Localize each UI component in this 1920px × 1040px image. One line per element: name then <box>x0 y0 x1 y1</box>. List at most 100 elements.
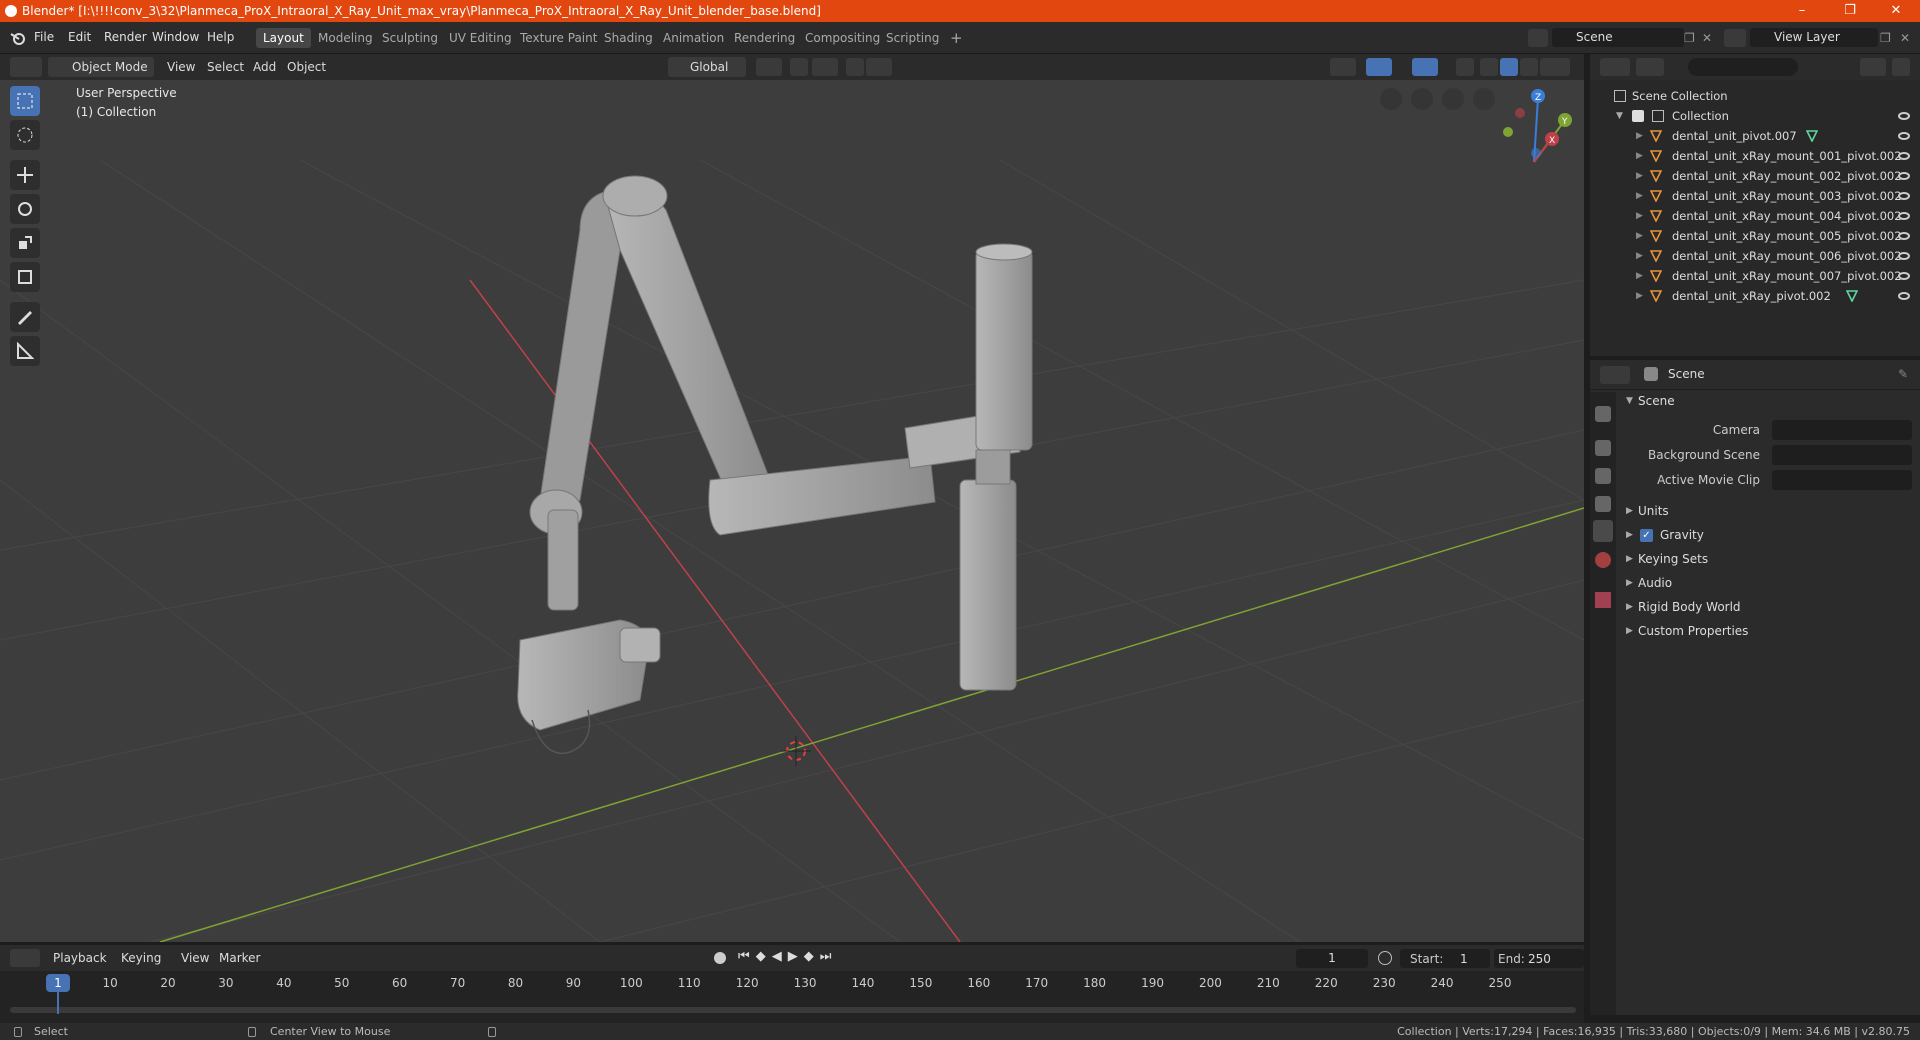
restore-button[interactable]: ❐ <box>1830 0 1870 22</box>
snap-target-icon[interactable] <box>812 58 838 76</box>
menu-object[interactable]: Object <box>282 57 331 77</box>
panel-audio[interactable]: ▶ Audio <box>1618 572 1914 594</box>
expand-arrow-icon[interactable]: ▶ <box>1626 620 1633 642</box>
menu-select[interactable]: Select <box>202 57 249 77</box>
tab-rendering[interactable]: Rendering <box>727 28 802 48</box>
visibility-eye-icon[interactable] <box>1898 152 1910 160</box>
panel-units[interactable]: ▶ Units <box>1618 500 1914 522</box>
material-shading-icon[interactable] <box>1520 58 1538 76</box>
expand-arrow-icon[interactable]: ▶ <box>1626 548 1633 570</box>
pivot-point-icon[interactable] <box>756 58 782 76</box>
expand-arrow-icon[interactable]: ▶ <box>1636 266 1643 286</box>
delete-view-layer-icon[interactable]: ✕ <box>1900 29 1914 47</box>
checkbox-icon[interactable] <box>1632 110 1644 122</box>
xray-toggle-icon[interactable] <box>1456 58 1474 76</box>
expand-arrow-icon[interactable]: ▶ <box>1626 596 1633 618</box>
properties-editor-type-icon[interactable] <box>1600 366 1630 384</box>
filter-icon[interactable] <box>1860 58 1886 76</box>
outliner-item[interactable]: ▶ dental_unit_xRay_mount_005_pivot.002 <box>1590 226 1920 246</box>
menu-view[interactable]: View <box>162 57 200 77</box>
tab-modeling[interactable]: Modeling <box>311 28 380 48</box>
expand-arrow-icon[interactable]: ▶ <box>1636 206 1643 226</box>
menu-add[interactable]: Add <box>248 57 281 77</box>
expand-arrow-icon[interactable]: ▶ <box>1636 126 1643 146</box>
menu-file[interactable]: File <box>34 30 54 44</box>
record-icon[interactable] <box>714 952 726 964</box>
outliner-item[interactable]: ▶ dental_unit_xRay_pivot.002 <box>1590 286 1920 306</box>
outliner-item[interactable]: ▶ dental_unit_xRay_mount_001_pivot.002 <box>1590 146 1920 166</box>
mesh-data-icon[interactable] <box>1806 130 1818 142</box>
texture-tab-icon[interactable] <box>1595 592 1611 608</box>
outliner-collection[interactable]: ▼ Collection <box>1590 106 1920 126</box>
editor-type-icon[interactable] <box>10 57 42 77</box>
gravity-checkbox[interactable]: ✓ <box>1640 529 1653 542</box>
visibility-eye-icon[interactable] <box>1898 292 1910 300</box>
new-view-layer-icon[interactable]: ❐ <box>1880 29 1896 47</box>
tab-uv-editing[interactable]: UV Editing <box>442 28 519 48</box>
menu-help[interactable]: Help <box>207 30 234 44</box>
pin-icon[interactable]: ✎ <box>1898 367 1908 381</box>
3d-cursor-icon[interactable] <box>781 736 811 766</box>
visibility-eye-icon[interactable] <box>1898 132 1910 140</box>
expand-arrow-icon[interactable]: ▶ <box>1636 246 1643 266</box>
outliner-editor-type-icon[interactable] <box>1600 58 1630 76</box>
menu-timeline-view[interactable]: View <box>176 948 214 968</box>
camera-view-icon[interactable] <box>1411 88 1433 110</box>
tab-animation[interactable]: Animation <box>656 28 731 48</box>
snap-icon[interactable] <box>790 58 808 76</box>
tab-layout[interactable]: Layout <box>256 28 311 48</box>
expand-arrow-icon[interactable]: ▶ <box>1636 146 1643 166</box>
playback-controls[interactable]: ⏮◆◀▶◆⏭ <box>738 949 837 964</box>
view-layer-field[interactable]: View Layer <box>1750 28 1878 47</box>
outliner-item[interactable]: ▶ dental_unit_xRay_mount_002_pivot.002 <box>1590 166 1920 186</box>
3d-viewport[interactable]: Z Y X <box>0 80 1584 942</box>
tab-texture-paint[interactable]: Texture Paint <box>513 28 604 48</box>
tab-sculpting[interactable]: Sculpting <box>375 28 445 48</box>
mesh-data-icon[interactable] <box>1846 290 1858 302</box>
menu-edit[interactable]: Edit <box>68 30 91 44</box>
expand-arrow-icon[interactable]: ▶ <box>1636 286 1643 306</box>
menu-playback[interactable]: Playback <box>48 948 112 968</box>
wireframe-shading-icon[interactable] <box>1480 58 1498 76</box>
timeline-editor-type-icon[interactable] <box>10 949 40 967</box>
panel-gravity[interactable]: ▶ ✓ Gravity <box>1618 524 1914 546</box>
expand-arrow-icon[interactable]: ▶ <box>1626 500 1633 522</box>
menu-render[interactable]: Render <box>104 30 147 44</box>
visibility-eye-icon[interactable] <box>1898 172 1910 180</box>
new-collection-icon[interactable] <box>1892 58 1910 76</box>
xray-unit-model[interactable] <box>517 175 1033 754</box>
clock-icon[interactable] <box>1378 951 1392 965</box>
delete-scene-icon[interactable]: ✕ <box>1702 29 1716 47</box>
menu-keying[interactable]: Keying <box>116 948 166 968</box>
panel-keying-sets[interactable]: ▶ Keying Sets <box>1618 548 1914 570</box>
pan-hand-icon[interactable] <box>1442 88 1464 110</box>
current-frame-field[interactable]: 1 <box>1296 949 1368 968</box>
proportional-edit-icon[interactable] <box>846 58 864 76</box>
add-workspace-button[interactable]: + <box>943 28 970 48</box>
overlay-toggle-icon[interactable] <box>1412 58 1438 76</box>
outliner-scene-collection[interactable]: Scene Collection <box>1590 86 1920 106</box>
outliner-item[interactable]: ▶ dental_unit_xRay_mount_003_pivot.002 <box>1590 186 1920 206</box>
outliner-search-input[interactable] <box>1688 58 1798 76</box>
outliner-item[interactable]: ▶ dental_unit_xRay_mount_004_pivot.002 <box>1590 206 1920 226</box>
expand-arrow-icon[interactable]: ▶ <box>1636 226 1643 246</box>
display-mode-icon[interactable] <box>1636 58 1664 76</box>
panel-custom-properties[interactable]: ▶ Custom Properties <box>1618 620 1914 642</box>
rendered-shading-icon[interactable] <box>1540 58 1570 76</box>
camera-field[interactable] <box>1772 420 1912 440</box>
annotate-tool[interactable] <box>10 302 40 332</box>
scene-selector-icon[interactable] <box>1528 29 1548 47</box>
output-tab-icon[interactable] <box>1595 468 1611 484</box>
tab-shading[interactable]: Shading <box>597 28 660 48</box>
outliner-item[interactable]: ▶ dental_unit_xRay_mount_007_pivot.002 <box>1590 266 1920 286</box>
expand-arrow-icon[interactable]: ▶ <box>1626 524 1633 546</box>
scene-section-header[interactable]: ▼ Scene <box>1618 390 1914 412</box>
visibility-eye-icon[interactable] <box>1898 232 1910 240</box>
close-button[interactable]: ✕ <box>1876 0 1916 22</box>
transform-tool[interactable] <box>10 262 40 292</box>
scene-field[interactable]: Scene <box>1552 28 1684 47</box>
playhead-frame[interactable]: 1 <box>46 974 70 992</box>
visibility-eye-icon[interactable] <box>1898 192 1910 200</box>
transform-orientation-dropdown[interactable]: Global <box>668 57 746 77</box>
solid-shading-icon[interactable] <box>1500 58 1518 76</box>
